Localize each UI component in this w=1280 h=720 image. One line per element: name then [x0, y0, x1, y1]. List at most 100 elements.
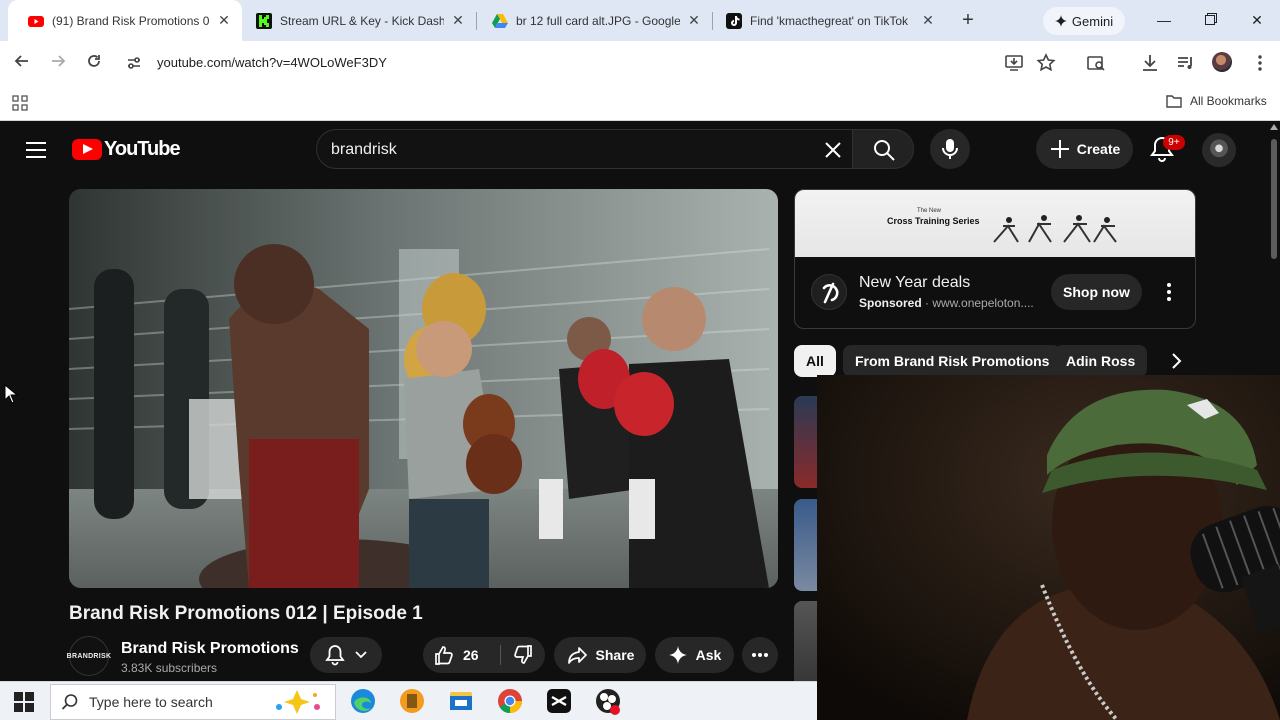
- dislike-button[interactable]: [501, 637, 545, 673]
- like-count: 26: [463, 647, 479, 663]
- search-icon: [61, 694, 78, 710]
- media-control-icon[interactable]: [1174, 51, 1198, 75]
- restore-button[interactable]: [1199, 8, 1223, 32]
- close-icon[interactable]: ✕: [216, 12, 232, 29]
- menu-icon[interactable]: [24, 139, 48, 161]
- close-icon[interactable]: ✕: [450, 12, 466, 29]
- windows-start-icon[interactable]: [14, 692, 34, 712]
- obs-icon[interactable]: [593, 686, 623, 716]
- microphone-icon: [942, 139, 958, 159]
- url-text[interactable]: youtube.com/watch?v=4WOLoWeF3DY: [157, 55, 387, 70]
- mouse-cursor-icon: [4, 384, 18, 404]
- thumbs-down-icon: [514, 645, 532, 664]
- bookmark-star-icon[interactable]: [1034, 51, 1058, 75]
- back-button[interactable]: [10, 51, 34, 75]
- chip-adin-ross[interactable]: Adin Ross: [1054, 345, 1148, 377]
- account-avatar[interactable]: [1202, 133, 1236, 167]
- gemini-button[interactable]: Gemini: [1043, 7, 1125, 35]
- arrow-left-icon: [14, 55, 28, 67]
- taskbar-search-placeholder: Type here to search: [89, 694, 213, 710]
- tab-google-drive[interactable]: br 12 full card alt.JPG - Google ✕: [472, 0, 712, 41]
- voice-search-button[interactable]: [930, 129, 970, 169]
- tab-title: Find 'kmacthegreat' on TikTok: [750, 13, 908, 28]
- channel-name[interactable]: Brand Risk Promotions: [121, 640, 299, 658]
- close-icon[interactable]: ✕: [920, 12, 936, 29]
- youtube-header: YouTube Create 9+: [0, 121, 1268, 177]
- apps-grid-icon[interactable]: [12, 95, 28, 111]
- tab-youtube[interactable]: (91) Brand Risk Promotions 012 ✕: [8, 0, 242, 41]
- forward-button[interactable]: [46, 51, 70, 75]
- video-player[interactable]: [69, 189, 778, 588]
- related-thumbnail[interactable]: [794, 396, 818, 488]
- tab-search-icon[interactable]: [1084, 51, 1108, 75]
- video-title: Brand Risk Promotions 012 | Episode 1: [69, 603, 423, 624]
- security-icon[interactable]: [397, 686, 427, 716]
- kick-icon: [256, 12, 272, 29]
- subscription-notifications-button[interactable]: [310, 637, 382, 673]
- browser-tab-strip: (91) Brand Risk Promotions 012 ✕ Stream …: [0, 0, 1280, 41]
- scroll-up-arrow-icon[interactable]: [1270, 124, 1278, 130]
- ad-title[interactable]: New Year deals: [859, 274, 970, 292]
- profile-avatar[interactable]: [1212, 52, 1232, 72]
- peloton-logo[interactable]: [811, 274, 847, 310]
- search-input[interactable]: [331, 139, 811, 161]
- capcut-icon[interactable]: [544, 686, 574, 716]
- share-icon: [567, 647, 587, 664]
- search-button[interactable]: [852, 129, 914, 169]
- reload-button[interactable]: [82, 51, 106, 75]
- related-thumbnail[interactable]: [794, 601, 818, 681]
- chrome-icon[interactable]: [495, 686, 525, 716]
- create-label: Create: [1076, 141, 1121, 157]
- chip-from-channel[interactable]: From Brand Risk Promotions: [843, 345, 1062, 377]
- related-video-thumbnails[interactable]: [794, 396, 818, 681]
- more-vertical-icon[interactable]: [1159, 280, 1179, 304]
- sparkle-icon: [668, 646, 687, 664]
- minimize-button[interactable]: —: [1152, 8, 1176, 32]
- youtube-wordmark: YouTube: [104, 138, 181, 160]
- new-tab-button[interactable]: +: [956, 9, 980, 33]
- scrollbar-thumb[interactable]: [1271, 139, 1277, 259]
- sponsored-ad-card[interactable]: The New Cross Training Series New Year d…: [794, 189, 1196, 329]
- clear-search-icon[interactable]: [820, 137, 846, 163]
- tab-title: br 12 full card alt.JPG - Google: [516, 13, 680, 28]
- bookmarks-bar: All Bookmarks: [0, 85, 1280, 121]
- youtube-icon: [28, 15, 44, 27]
- like-button[interactable]: 26: [423, 637, 501, 673]
- tab-tiktok[interactable]: Find 'kmacthegreat' on TikTok ✕: [706, 0, 946, 41]
- download-icon[interactable]: [1138, 51, 1162, 75]
- related-filter-chips: All From Brand Risk Promotions Adin Ross: [794, 345, 1194, 377]
- ask-button[interactable]: Ask: [655, 637, 734, 673]
- youtube-logo[interactable]: YouTube: [72, 138, 181, 161]
- tab-title: (91) Brand Risk Promotions 012: [52, 13, 210, 28]
- close-window-button[interactable]: ✕: [1245, 8, 1269, 32]
- more-actions-button[interactable]: [742, 637, 778, 673]
- youtube-play-icon: [72, 139, 102, 160]
- subscriber-count: 3.83K subscribers: [121, 661, 218, 675]
- webcam-image: [817, 375, 1280, 720]
- address-bar[interactable]: youtube.com/watch?v=4WOLoWeF3DY: [116, 47, 1066, 79]
- more-vertical-icon[interactable]: [1248, 51, 1272, 75]
- chevron-right-icon[interactable]: [1164, 349, 1188, 373]
- search-icon: [874, 140, 895, 161]
- channel-avatar[interactable]: BRANDRISK: [66, 636, 112, 676]
- share-button[interactable]: Share: [554, 637, 646, 673]
- channel-avatar-text: BRANDRISK: [66, 652, 112, 660]
- edge-icon[interactable]: [348, 686, 378, 716]
- file-explorer-icon[interactable]: [446, 686, 476, 716]
- install-app-icon[interactable]: [1002, 51, 1026, 75]
- ad-meta: Sponsored · www.onepeloton....: [859, 296, 1034, 310]
- all-bookmarks-label: All Bookmarks: [1190, 94, 1267, 108]
- all-bookmarks-button[interactable]: All Bookmarks: [1166, 94, 1267, 108]
- google-drive-icon: [492, 13, 508, 28]
- shop-now-button[interactable]: Shop now: [1051, 274, 1142, 310]
- taskbar-search-box[interactable]: Type here to search: [50, 684, 336, 720]
- create-button[interactable]: Create: [1036, 129, 1133, 169]
- ad-banner-image[interactable]: The New Cross Training Series: [795, 190, 1195, 257]
- chip-all[interactable]: All: [794, 345, 836, 377]
- ask-label: Ask: [695, 647, 722, 663]
- close-icon[interactable]: ✕: [686, 12, 702, 29]
- arrow-right-icon: [52, 55, 66, 67]
- tab-kick[interactable]: Stream URL & Key - Kick Dashb ✕: [236, 0, 476, 41]
- related-thumbnail[interactable]: [794, 499, 818, 591]
- notification-badge: 9+: [1163, 135, 1185, 150]
